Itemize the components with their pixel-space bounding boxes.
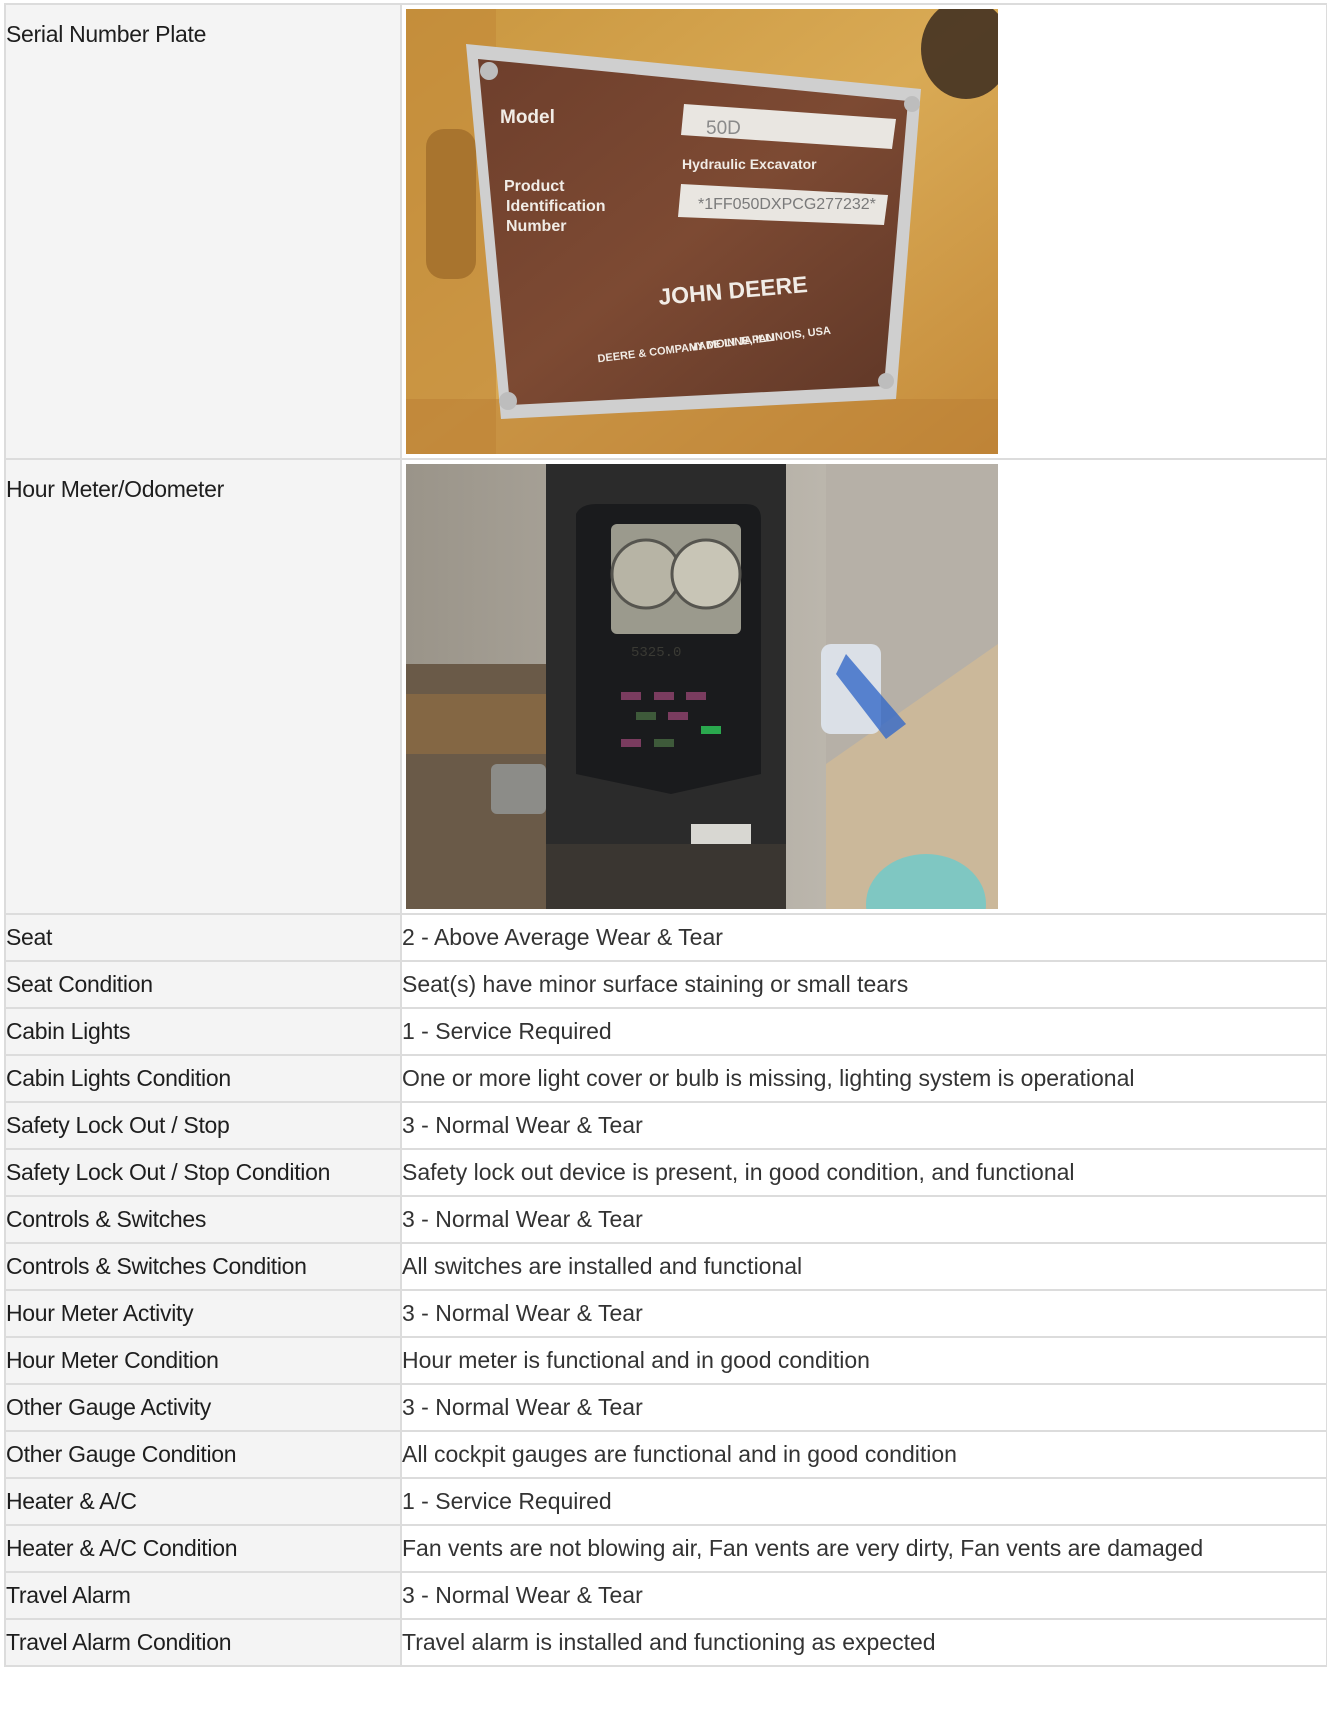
row-value: 1 - Service Required bbox=[400, 1007, 1327, 1056]
inspection-table: Serial Number Plate Model 50D Hydraulic … bbox=[4, 3, 1327, 1667]
row-label: Heater & A/C bbox=[4, 1477, 402, 1526]
row-label: Heater & A/C Condition bbox=[4, 1524, 402, 1573]
table-row: Hour Meter Activity 3 - Normal Wear & Te… bbox=[4, 1289, 1327, 1338]
row-value: 3 - Normal Wear & Tear bbox=[400, 1101, 1327, 1150]
row-label: Cabin Lights Condition bbox=[4, 1054, 402, 1103]
row-label: Hour Meter Activity bbox=[4, 1289, 402, 1338]
row-label: Controls & Switches Condition bbox=[4, 1242, 402, 1291]
table-row: Controls & Switches 3 - Normal Wear & Te… bbox=[4, 1195, 1327, 1244]
plate-model-value: 50D bbox=[706, 118, 741, 139]
row-label: Safety Lock Out / Stop bbox=[4, 1101, 402, 1150]
row-label: Travel Alarm bbox=[4, 1571, 402, 1620]
row-value: 3 - Normal Wear & Tear bbox=[400, 1383, 1327, 1432]
plate-model-label: Model bbox=[500, 107, 555, 128]
table-row: Heater & A/C 1 - Service Required bbox=[4, 1477, 1327, 1526]
plate-pin-label-3: Number bbox=[506, 218, 566, 235]
table-row-hour-meter: Hour Meter/Odometer 5325.0 bbox=[4, 458, 1327, 915]
table-row: Cabin Lights 1 - Service Required bbox=[4, 1007, 1327, 1056]
row-value: 1 - Service Required bbox=[400, 1477, 1327, 1526]
plate-pin-label-2: Identification bbox=[506, 198, 606, 215]
row-label: Travel Alarm Condition bbox=[4, 1618, 402, 1667]
row-value: All switches are installed and functiona… bbox=[400, 1242, 1327, 1291]
row-value: Fan vents are not blowing air, Fan vents… bbox=[400, 1524, 1327, 1573]
row-value: Hour meter is functional and in good con… bbox=[400, 1336, 1327, 1385]
photo-cell: 5325.0 bbox=[400, 458, 1327, 915]
row-value: 3 - Normal Wear & Tear bbox=[400, 1289, 1327, 1338]
row-label: Hour Meter/Odometer bbox=[4, 458, 402, 915]
row-label: Seat bbox=[4, 913, 402, 962]
plate-type: Hydraulic Excavator bbox=[682, 156, 817, 172]
row-label: Other Gauge Condition bbox=[4, 1430, 402, 1479]
row-label: Hour Meter Condition bbox=[4, 1336, 402, 1385]
row-value: Safety lock out device is present, in go… bbox=[400, 1148, 1327, 1197]
table-row: Cabin Lights Condition One or more light… bbox=[4, 1054, 1327, 1103]
table-row: Seat 2 - Above Average Wear & Tear bbox=[4, 913, 1327, 962]
row-value: Seat(s) have minor surface staining or s… bbox=[400, 960, 1327, 1009]
row-value: 2 - Above Average Wear & Tear bbox=[400, 913, 1327, 962]
table-row: Travel Alarm Condition Travel alarm is i… bbox=[4, 1618, 1327, 1667]
row-value: Travel alarm is installed and functionin… bbox=[400, 1618, 1327, 1667]
serial-plate-photo[interactable]: Model 50D Hydraulic Excavator Product Id… bbox=[406, 9, 998, 454]
table-row: Safety Lock Out / Stop 3 - Normal Wear &… bbox=[4, 1101, 1327, 1150]
row-label: Serial Number Plate bbox=[4, 3, 402, 460]
row-value: 3 - Normal Wear & Tear bbox=[400, 1571, 1327, 1620]
rivet-icon bbox=[480, 62, 498, 80]
table-row: Travel Alarm 3 - Normal Wear & Tear bbox=[4, 1571, 1327, 1620]
hour-meter-photo[interactable]: 5325.0 bbox=[406, 464, 998, 909]
table-row: Heater & A/C Condition Fan vents are not… bbox=[4, 1524, 1327, 1573]
table-row: Safety Lock Out / Stop Condition Safety … bbox=[4, 1148, 1327, 1197]
row-value: 3 - Normal Wear & Tear bbox=[400, 1195, 1327, 1244]
row-label: Cabin Lights bbox=[4, 1007, 402, 1056]
row-value: All cockpit gauges are functional and in… bbox=[400, 1430, 1327, 1479]
table-row: Other Gauge Condition All cockpit gauges… bbox=[4, 1430, 1327, 1479]
plate-pin-value: *1FF050DXPCG277232* bbox=[698, 196, 876, 213]
table-row: Controls & Switches Condition All switch… bbox=[4, 1242, 1327, 1291]
hour-meter-reading: 5325.0 bbox=[631, 645, 681, 661]
table-row: Seat Condition Seat(s) have minor surfac… bbox=[4, 960, 1327, 1009]
row-value: One or more light cover or bulb is missi… bbox=[400, 1054, 1327, 1103]
row-label: Controls & Switches bbox=[4, 1195, 402, 1244]
table-row-serial-plate: Serial Number Plate Model 50D Hydraulic … bbox=[4, 3, 1327, 460]
row-label: Other Gauge Activity bbox=[4, 1383, 402, 1432]
row-label: Safety Lock Out / Stop Condition bbox=[4, 1148, 402, 1197]
photo-cell: Model 50D Hydraulic Excavator Product Id… bbox=[400, 3, 1327, 460]
table-row: Other Gauge Activity 3 - Normal Wear & T… bbox=[4, 1383, 1327, 1432]
table-row: Hour Meter Condition Hour meter is funct… bbox=[4, 1336, 1327, 1385]
plate-pin-label-1: Product bbox=[504, 178, 565, 195]
row-label: Seat Condition bbox=[4, 960, 402, 1009]
